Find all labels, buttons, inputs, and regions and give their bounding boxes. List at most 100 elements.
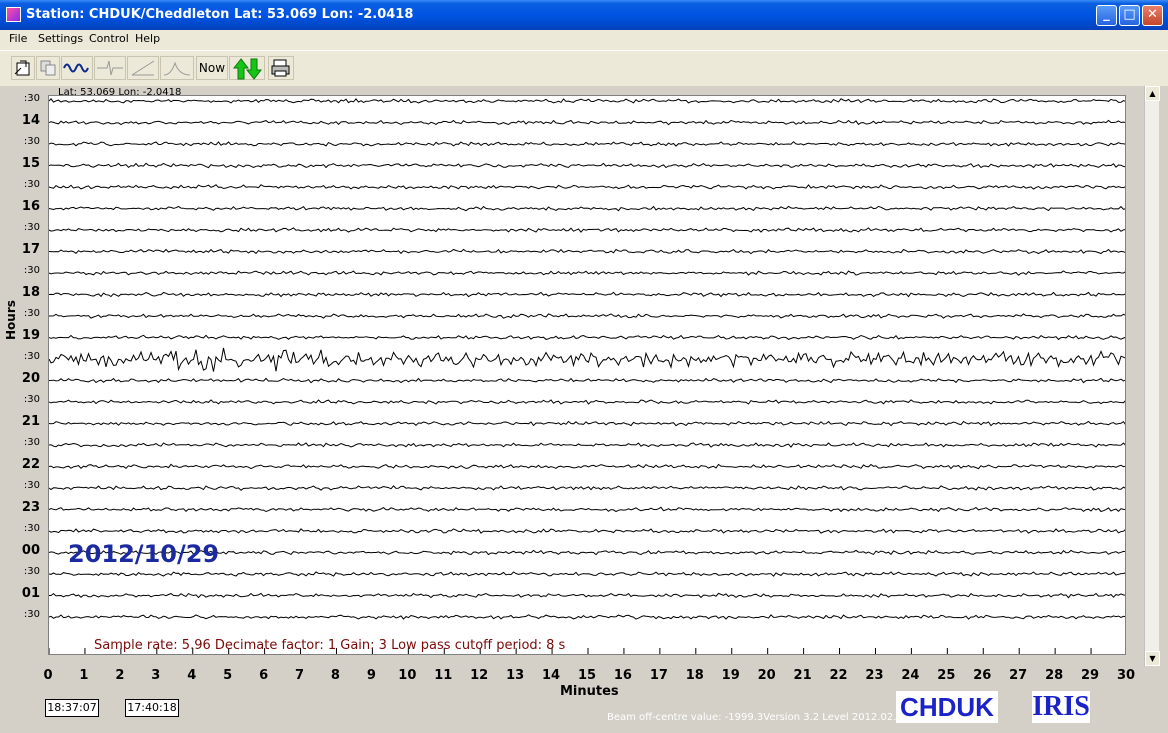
menu-control[interactable]: Control (89, 32, 129, 45)
end-time-field: 17:40:18 (125, 699, 179, 717)
x-tick-label: 1 (79, 668, 89, 683)
x-tick-label: 18 (685, 668, 704, 683)
x-tick-label: 20 (757, 668, 776, 683)
y-half-label: :30 (23, 136, 40, 147)
copy-icon[interactable] (36, 56, 60, 80)
y-hour-label: 17 (21, 241, 40, 257)
x-tick-label: 2 (115, 668, 125, 683)
x-tick-label: 14 (542, 668, 561, 683)
x-tick-label: 0 (43, 668, 53, 683)
y-half-label: :30 (23, 566, 40, 577)
app-icon (6, 7, 21, 22)
y-half-label: :30 (23, 437, 40, 448)
menu-bar: File Settings Control Help (0, 30, 1168, 49)
y-hour-label: 21 (21, 413, 40, 429)
seismic-trace (49, 227, 1125, 233)
menu-help[interactable]: Help (135, 32, 160, 45)
x-tick-label: 15 (577, 668, 597, 683)
vertical-scrollbar[interactable]: ▲ ▼ (1144, 86, 1160, 666)
y-axis-title: Hours (4, 300, 18, 340)
y-hour-label: 15 (21, 155, 40, 171)
x-tick-label: 12 (470, 668, 489, 683)
start-time-field: 18:37:07 (45, 699, 99, 717)
now-button[interactable]: Now (196, 56, 228, 80)
ramp-icon[interactable] (127, 56, 159, 80)
trace-canvas (49, 98, 1125, 654)
x-tick-label: 27 (1009, 668, 1028, 683)
iris-logo: IRIS (1032, 691, 1090, 723)
spike-icon[interactable] (94, 56, 126, 80)
x-tick-label: 25 (937, 668, 956, 683)
seismic-trace (49, 98, 1125, 104)
seismic-trace (49, 291, 1125, 298)
seismic-trace (49, 377, 1125, 384)
y-hour-label: 16 (21, 198, 40, 214)
waveform-icon[interactable] (61, 56, 93, 80)
x-tick-label: 16 (613, 668, 632, 683)
x-tick-label: 10 (398, 668, 417, 683)
scroll-up-icon[interactable]: ▲ (1145, 86, 1160, 101)
seismic-trace (49, 528, 1125, 534)
x-tick-label: 26 (973, 668, 992, 683)
info-text: Sample rate: 5.96 Decimate factor: 1 Gai… (94, 638, 566, 653)
maximize-button[interactable]: □ (1119, 5, 1140, 26)
print-icon[interactable] (268, 56, 294, 80)
x-tick-label: 11 (434, 668, 453, 683)
station-logo: CHDUK (896, 691, 998, 723)
y-half-label: :30 (23, 93, 40, 104)
open-icon[interactable] (11, 56, 35, 80)
y-half-label: :30 (23, 265, 40, 276)
y-hour-label: 00 (21, 542, 40, 558)
x-tick-label: 30 (1116, 668, 1136, 683)
y-hour-label: 18 (21, 284, 40, 300)
seismogram-plot[interactable] (48, 95, 1126, 655)
title-bar: Station: CHDUK/Cheddleton Lat: 53.069 Lo… (0, 0, 1168, 30)
x-tick-label: 3 (151, 668, 161, 683)
toolbar: Now (0, 50, 1168, 87)
y-hour-label: 22 (21, 456, 40, 472)
seismic-trace (49, 141, 1125, 147)
y-hour-label: 23 (21, 499, 40, 515)
x-tick-label: 4 (187, 668, 197, 683)
seismic-trace (49, 399, 1125, 405)
close-button[interactable]: ✕ (1142, 5, 1163, 26)
scroll-down-icon[interactable]: ▼ (1145, 651, 1160, 666)
seismic-trace (49, 463, 1125, 470)
seismic-trace (49, 592, 1125, 599)
x-tick-label: 7 (295, 668, 305, 683)
y-hour-label: 01 (21, 585, 40, 601)
x-tick-label: 21 (793, 668, 812, 683)
x-tick-label: 8 (330, 668, 340, 683)
menu-settings[interactable]: Settings (38, 32, 83, 45)
minimize-button[interactable]: _ (1096, 5, 1117, 26)
bell-curve-icon[interactable] (160, 56, 194, 80)
x-tick-label: 19 (721, 668, 740, 683)
y-half-label: :30 (23, 179, 40, 190)
y-half-label: :30 (23, 394, 40, 405)
seismic-trace (49, 313, 1125, 319)
x-tick-label: 6 (259, 668, 269, 683)
seismic-trace (49, 506, 1125, 513)
x-tick-label: 24 (901, 668, 920, 683)
scroll-arrows-icon[interactable] (229, 56, 265, 80)
x-tick-label: 29 (1081, 668, 1100, 683)
y-half-label: :30 (23, 523, 40, 534)
seismic-trace (49, 442, 1125, 448)
seismic-trace (49, 571, 1125, 577)
date-overlay: 2012/10/29 (68, 540, 220, 568)
seismic-trace (49, 184, 1125, 190)
window-title: Station: CHDUK/Cheddleton Lat: 53.069 Lo… (26, 7, 414, 22)
x-tick-label: 22 (829, 668, 848, 683)
x-tick-label: 5 (223, 668, 233, 683)
seismic-trace (49, 119, 1125, 126)
menu-file[interactable]: File (9, 32, 27, 45)
y-hour-label: 14 (21, 112, 40, 128)
seismic-trace (49, 614, 1125, 620)
x-tick-label: 28 (1045, 668, 1064, 683)
seismic-trace (49, 334, 1125, 341)
y-half-label: :30 (23, 222, 40, 233)
seismic-trace (49, 485, 1125, 491)
y-half-label: :30 (23, 609, 40, 620)
seismic-trace (49, 347, 1125, 372)
y-hour-label: 20 (21, 370, 40, 386)
